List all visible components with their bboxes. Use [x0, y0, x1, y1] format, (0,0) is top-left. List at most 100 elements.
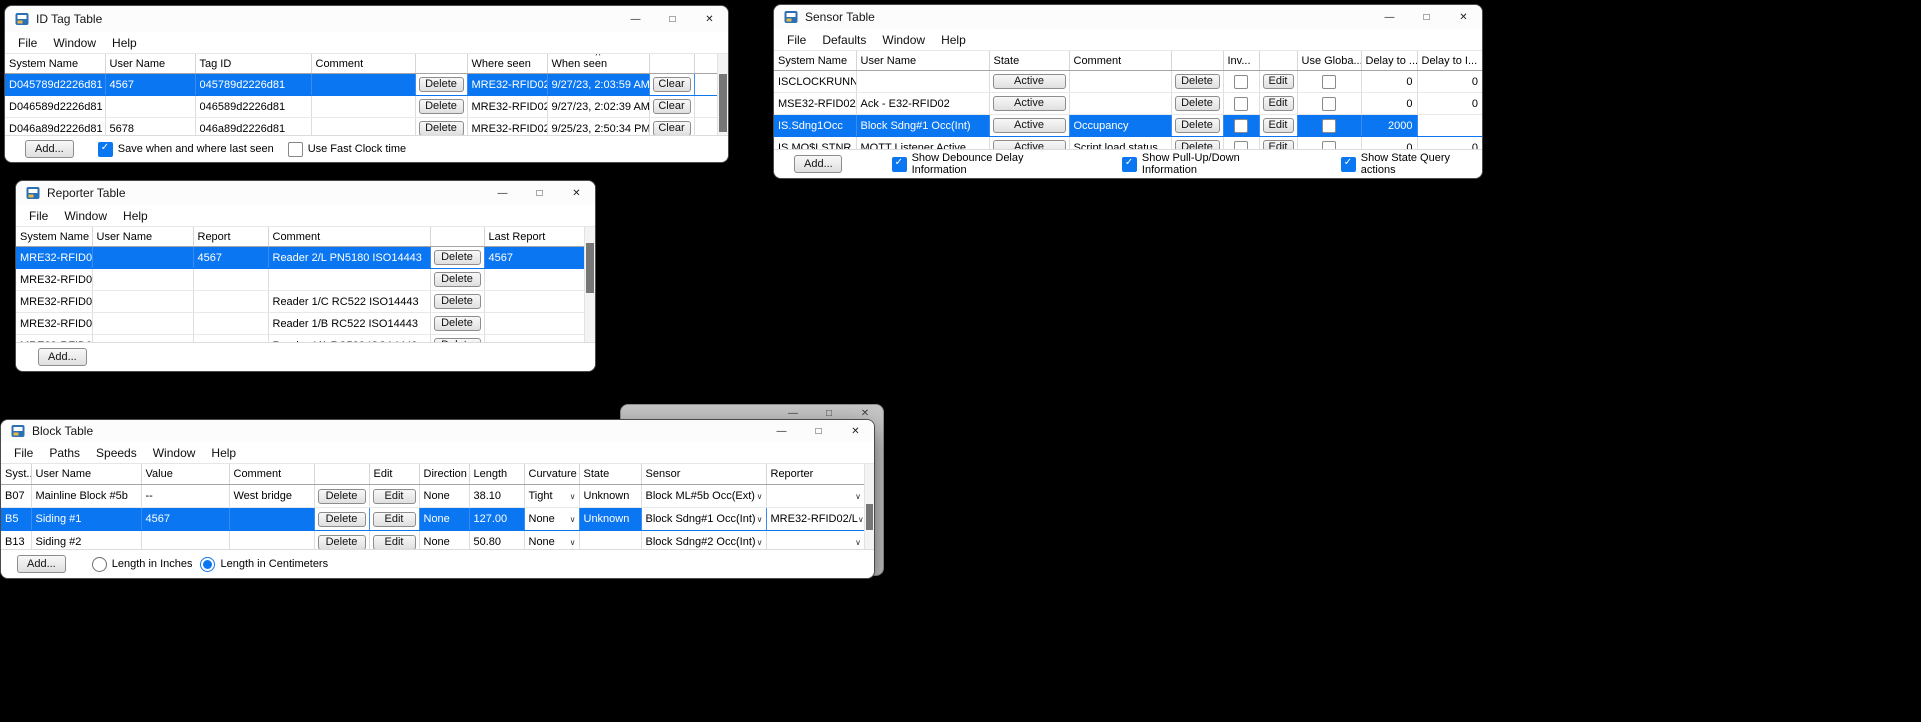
cell-system-name[interactable]: MRE32-RFID01/B: [16, 313, 92, 335]
table-row[interactable]: MRE32-RFID01/B Reader 1/B RC522 ISO14443…: [16, 313, 584, 335]
show-pullup-checkbox[interactable]: Show Pull-Up/Down Information: [1122, 152, 1291, 176]
show-debounce-checkbox[interactable]: Show Debounce Delay Information: [892, 152, 1074, 176]
inverted-checkbox[interactable]: [1234, 119, 1248, 133]
table-row[interactable]: B07 Mainline Block #5b -- West bridge De…: [1, 485, 864, 508]
cell-where-seen[interactable]: MRE32-RFID02/L: [467, 118, 547, 136]
menu-file[interactable]: File: [779, 33, 814, 47]
cell-report[interactable]: [193, 291, 268, 313]
curvature-dropdown[interactable]: None∨: [524, 508, 579, 531]
use-global-checkbox[interactable]: [1322, 119, 1336, 133]
cell-tag-id[interactable]: 045789d2226d81: [195, 74, 311, 96]
cell-comment[interactable]: Reader 1/C RC522 ISO14443: [268, 291, 430, 313]
close-button[interactable]: ✕: [691, 6, 728, 32]
col-delay-inactive[interactable]: Delay to I...: [1417, 51, 1482, 71]
col-user-name[interactable]: User Name: [92, 227, 193, 247]
cell-user-name[interactable]: Siding #2: [31, 531, 141, 550]
sensor-dropdown[interactable]: Block Sdng#2 Occ(Int)∨: [641, 531, 766, 550]
add-button[interactable]: Add...: [17, 555, 66, 573]
cell-system-name[interactable]: D046a89d2226d81: [5, 118, 105, 136]
delete-button[interactable]: Delete: [434, 250, 481, 265]
minimize-button[interactable]: —: [484, 181, 521, 205]
cell-user-name[interactable]: Mainline Block #5b: [31, 485, 141, 508]
col-delete[interactable]: [1171, 51, 1223, 71]
table-row[interactable]: MRE32-RFID01/C Reader 1/C RC522 ISO14443…: [16, 291, 584, 313]
cell-tag-id[interactable]: 046589d2226d81: [195, 96, 311, 118]
col-edit[interactable]: Edit: [369, 464, 419, 485]
delete-button[interactable]: Delete: [1175, 96, 1220, 111]
table-row[interactable]: MRE32-RFID01/A Reader 1/A RC522 ISO14443…: [16, 335, 584, 343]
cell-comment[interactable]: [268, 269, 430, 291]
col-curvature[interactable]: Curvature: [524, 464, 579, 485]
cell-delay-inactive[interactable]: 0: [1417, 137, 1482, 150]
cell-delay-inactive[interactable]: 3000: [1417, 115, 1482, 137]
cell-system-name[interactable]: D045789d2226d81: [5, 74, 105, 96]
cell-report[interactable]: [193, 269, 268, 291]
clear-button[interactable]: Clear: [653, 77, 691, 92]
cell-comment[interactable]: Reader 2/L PN5180 ISO14443: [268, 247, 430, 269]
col-where-seen[interactable]: Where seen: [467, 54, 547, 74]
table-row[interactable]: MRE32-RFID02/J Delete: [16, 269, 584, 291]
cell-when-seen[interactable]: 9/27/23, 2:03:59 AM: [547, 74, 649, 96]
cell-comment[interactable]: [1069, 93, 1171, 115]
cell-report[interactable]: [193, 313, 268, 335]
cell-user-name[interactable]: 4567: [105, 74, 195, 96]
cell-comment[interactable]: [1069, 71, 1171, 93]
cell-comment[interactable]: Reader 1/B RC522 ISO14443: [268, 313, 430, 335]
col-system-name[interactable]: Syst...: [1, 464, 31, 485]
col-system-name[interactable]: System Name: [5, 54, 105, 74]
cell-delay-inactive[interactable]: 0: [1417, 93, 1482, 115]
minimize-button[interactable]: —: [1371, 5, 1408, 29]
col-comment[interactable]: Comment: [1069, 51, 1171, 71]
table-row[interactable]: B5 Siding #1 4567 Delete Edit None 127.0…: [1, 508, 864, 531]
col-system-name[interactable]: System Name: [774, 51, 856, 71]
table-row[interactable]: D045789d2226d81 4567 045789d2226d81 Dele…: [5, 74, 717, 96]
table-row[interactable]: ISCLOCKRUNNING Active Delete Edit 0 0: [774, 71, 1482, 93]
table-row[interactable]: IS.Sdng1Occ Block Sdng#1 Occ(Int) Active…: [774, 115, 1482, 137]
col-edit[interactable]: [1259, 51, 1297, 71]
col-reporter[interactable]: Reporter: [766, 464, 864, 485]
cell-system-name[interactable]: MRE32-RFID02/J: [16, 269, 92, 291]
delete-button[interactable]: Delete: [419, 99, 464, 114]
sensor-dropdown[interactable]: Block Sdng#1 Occ(Int)∨: [641, 508, 766, 531]
state-toggle-button[interactable]: Active: [993, 96, 1066, 111]
col-length[interactable]: Length: [469, 464, 524, 485]
curvature-dropdown[interactable]: Tight∨: [524, 485, 579, 508]
cell-user-name[interactable]: Siding #1: [31, 508, 141, 531]
col-comment[interactable]: Comment: [268, 227, 430, 247]
scrollbar-thumb[interactable]: [866, 504, 873, 530]
cell-comment[interactable]: West bridge: [229, 485, 314, 508]
cell-comment[interactable]: [229, 508, 314, 531]
edit-button[interactable]: Edit: [1263, 74, 1294, 89]
cell-last-report[interactable]: 4567: [484, 247, 584, 269]
cell-comment[interactable]: Script load status: [1069, 137, 1171, 150]
cell-delay-active[interactable]: 0: [1361, 137, 1417, 150]
cell-user-name[interactable]: [92, 269, 193, 291]
menu-help[interactable]: Help: [203, 446, 244, 460]
menu-defaults[interactable]: Defaults: [814, 33, 874, 47]
delete-button[interactable]: Delete: [1175, 118, 1220, 133]
col-comment[interactable]: Comment: [229, 464, 314, 485]
clear-button[interactable]: Clear: [653, 121, 691, 135]
edit-button[interactable]: Edit: [373, 489, 416, 504]
delete-button[interactable]: Delete: [1175, 140, 1220, 149]
cell-direction[interactable]: None: [419, 508, 469, 531]
cell-report[interactable]: 4567: [193, 247, 268, 269]
col-report[interactable]: Report: [193, 227, 268, 247]
maximize-button[interactable]: □: [800, 420, 837, 442]
menu-window[interactable]: Window: [45, 36, 104, 50]
col-user-name[interactable]: User Name: [31, 464, 141, 485]
menu-file[interactable]: File: [10, 36, 45, 50]
delete-button[interactable]: Delete: [318, 535, 366, 550]
length-inches-radio[interactable]: Length in Inches: [92, 557, 193, 572]
cell-delay-inactive[interactable]: 0: [1417, 71, 1482, 93]
reporter-dropdown[interactable]: MRE32-RFID02/L∨: [766, 508, 864, 531]
cell-user-name[interactable]: MQTT Listener Active: [856, 137, 989, 150]
cell-comment[interactable]: Occupancy: [1069, 115, 1171, 137]
cell-comment[interactable]: [311, 118, 415, 136]
use-global-checkbox[interactable]: [1322, 75, 1336, 89]
maximize-button[interactable]: □: [654, 6, 691, 32]
cell-length[interactable]: 127.00: [469, 508, 524, 531]
cell-comment[interactable]: [311, 96, 415, 118]
col-use-global[interactable]: Use Globa...: [1297, 51, 1361, 71]
state-toggle-button[interactable]: Active: [993, 74, 1066, 89]
